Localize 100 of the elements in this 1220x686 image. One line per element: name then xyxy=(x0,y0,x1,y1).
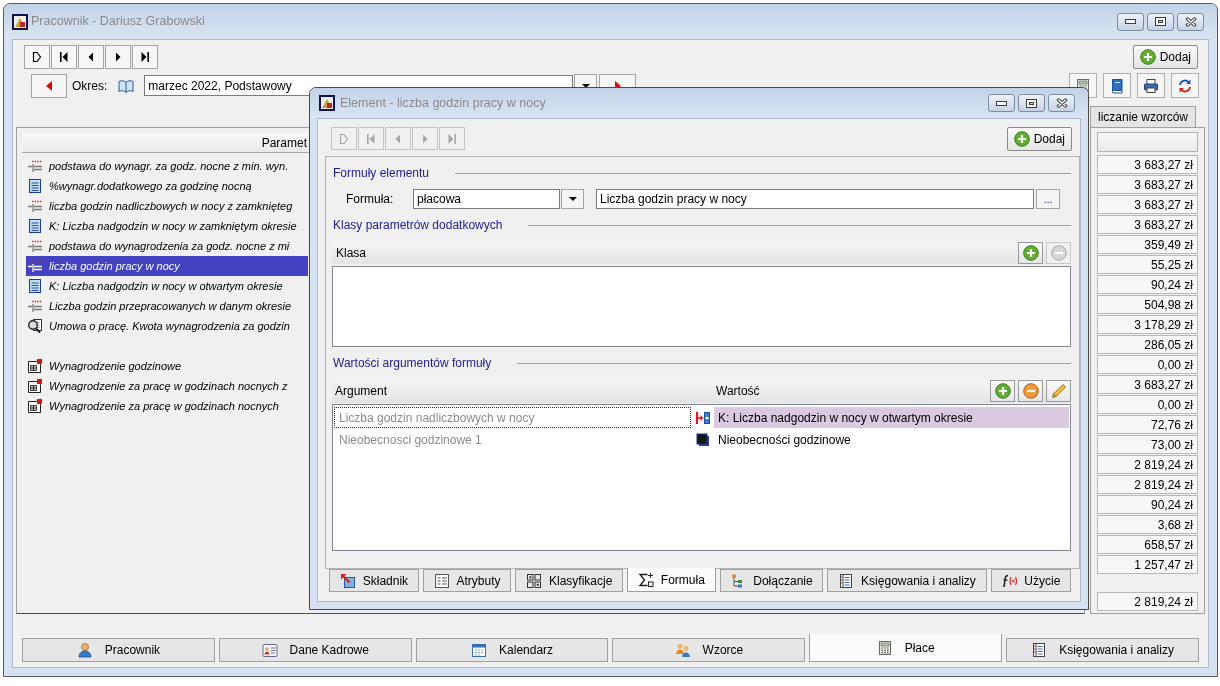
arrow-outline-icon xyxy=(32,51,42,63)
book-button[interactable] xyxy=(1103,73,1131,98)
nav-button[interactable] xyxy=(78,45,104,69)
tab[interactable]: Użycie xyxy=(990,569,1072,592)
minus-icon xyxy=(1050,244,1067,261)
window-title: Pracownik - Dariusz Grabowski xyxy=(31,13,205,31)
minimize-icon xyxy=(996,100,1007,106)
calculator-icon xyxy=(876,639,893,656)
sum-icon xyxy=(637,571,654,588)
list-item[interactable]: Wynagrodzenie za pracę w godzinach nocnych z xyxy=(26,376,308,396)
list-item[interactable]: %wynagr.dodatkowego za godzinę nocną xyxy=(26,176,308,196)
maximize-button[interactable] xyxy=(1018,94,1045,112)
remove-button[interactable] xyxy=(1018,380,1043,402)
tab[interactable]: Kalendarz xyxy=(415,638,609,662)
maximize-button[interactable] xyxy=(1147,12,1174,31)
amount-cell: 3 683,27 zł xyxy=(1097,375,1198,394)
formula-type-field[interactable]: płacowa xyxy=(413,189,560,209)
stacked-squares-icon xyxy=(694,431,711,448)
list-item[interactable]: K: Liczba nadgodzin w nocy w zamkniętym okresie xyxy=(26,216,308,236)
caret-icon xyxy=(568,197,577,201)
dropdown-button[interactable] xyxy=(561,189,584,209)
amount-cell: 3 683,27 zł xyxy=(1097,175,1198,194)
previous-period-button[interactable] xyxy=(31,73,67,98)
minimize-button[interactable] xyxy=(988,94,1015,112)
field-label: Formuła: xyxy=(346,191,395,208)
list-item[interactable]: Umowa o pracę. Kwota wynagrodzenia za godzin xyxy=(26,316,308,336)
tab[interactable]: Pracownik xyxy=(22,638,215,662)
id-card-icon xyxy=(261,642,278,658)
triangle-left-icon xyxy=(86,51,96,63)
triangle-left-icon xyxy=(393,132,403,145)
formula-name-field[interactable]: Liczba godzin pracy w nocy xyxy=(596,189,1034,209)
argument-value[interactable]: Nieobecności godzinowe xyxy=(714,429,1069,450)
add-button[interactable]: Dodaj xyxy=(1006,127,1072,151)
tab[interactable]: Dane Kadrowe xyxy=(218,638,412,662)
amount-cell: 55,25 zł xyxy=(1097,255,1198,274)
add-button[interactable] xyxy=(1018,241,1043,264)
argument-name: Nieobecnosci godzinowe 1 xyxy=(338,431,483,449)
nav-button[interactable] xyxy=(51,45,77,69)
nav-button[interactable] xyxy=(132,45,158,69)
add-button[interactable]: Dodaj xyxy=(1132,45,1198,69)
tab[interactable]: liczanie wzorców xyxy=(1090,106,1197,127)
refresh-button[interactable] xyxy=(1171,73,1199,98)
nav-button[interactable] xyxy=(105,45,131,69)
tab[interactable]: Księgowania i analizy xyxy=(827,569,987,592)
amount-cell: 3 683,27 zł xyxy=(1097,215,1198,234)
tab[interactable]: Płace xyxy=(809,634,1003,662)
calendar-icon xyxy=(471,642,488,658)
open-book-icon xyxy=(118,77,135,94)
amount-cell: 90,24 zł xyxy=(1097,275,1198,294)
list-item[interactable]: Wynagrodzenie za pracę w godzinach nocnych xyxy=(26,396,308,416)
minimize-button[interactable] xyxy=(1117,12,1144,31)
ledger-icon xyxy=(1031,642,1048,658)
list-item[interactable]: podstawa do wynagr. za godz. nocne z min. wyn. xyxy=(26,156,308,176)
dashed-lines-icon xyxy=(27,298,43,314)
tab[interactable]: Atrybuty xyxy=(422,569,512,592)
print-button[interactable] xyxy=(1137,73,1165,98)
magnifier-document-icon xyxy=(27,318,43,334)
document-grid-icon xyxy=(27,398,43,414)
document-grid-icon xyxy=(27,358,43,374)
section-heading: Klasy parametrów dodatkowych xyxy=(333,217,503,234)
dashed-lines-icon xyxy=(27,158,43,174)
close-button[interactable] xyxy=(1177,12,1204,31)
app-icon xyxy=(319,95,335,111)
amount-cell: 504,98 zł xyxy=(1097,295,1198,314)
close-button[interactable] xyxy=(1048,94,1075,112)
edit-button[interactable] xyxy=(1046,380,1071,402)
list-item[interactable]: liczba godzin pracy w nocy xyxy=(26,256,308,276)
nav-button[interactable] xyxy=(24,45,50,69)
list-item[interactable]: Liczba godzin przepracowanych w danym okresie xyxy=(26,296,308,316)
triangle-right-icon xyxy=(420,132,430,145)
amount-cell: 1 257,47 zł xyxy=(1097,555,1198,574)
tab[interactable]: Dołączanie xyxy=(719,569,824,592)
argument-name: Liczba godzin nadliczbowych w nocy xyxy=(334,407,691,428)
browse-button[interactable]: ... xyxy=(1036,189,1060,209)
list-item[interactable]: liczba godzin nadliczbowych w nocy z zamknięteg xyxy=(26,196,308,216)
document-grid-icon xyxy=(27,378,43,394)
amount-cell: 3,68 zł xyxy=(1097,515,1198,534)
list-item[interactable]: Wynagrodzenie godzinowe xyxy=(26,356,308,376)
minus-icon xyxy=(1022,383,1039,399)
tab[interactable]: Składnik xyxy=(329,569,419,592)
add-button[interactable] xyxy=(990,380,1015,402)
amount-cell: 658,57 zł xyxy=(1097,535,1198,554)
plus-icon xyxy=(1022,244,1039,261)
maximize-icon xyxy=(1155,17,1166,26)
column-title: Paramet xyxy=(261,134,307,152)
window-title: Element - liczba godzin pracy w nocy xyxy=(340,94,546,112)
tab[interactable]: Księgowania i analizy xyxy=(1006,638,1199,662)
tab[interactable]: Wzorce xyxy=(612,638,806,662)
argument-value[interactable]: K: Liczba nadgodzin w nocy w otwartym okresie xyxy=(714,407,1069,428)
list-item[interactable]: K: Liczba nadgodzin w nocy w otwartym okresie xyxy=(26,276,308,296)
arrow-outline-icon xyxy=(339,132,349,145)
form-icon xyxy=(433,572,450,589)
tab[interactable]: Formuła xyxy=(627,568,716,592)
list-item[interactable]: podstawa do wynagrodzenia za godz. nocne z mi xyxy=(26,236,308,256)
sheet-icon xyxy=(27,218,43,234)
arrow-square-icon xyxy=(339,572,356,589)
triangle-left-icon xyxy=(46,80,52,91)
amount-cell: 3 683,27 zł xyxy=(1097,195,1198,214)
tab[interactable]: Klasyfikacje xyxy=(515,569,624,592)
amount-cell: 2 819,24 zł xyxy=(1097,592,1198,611)
